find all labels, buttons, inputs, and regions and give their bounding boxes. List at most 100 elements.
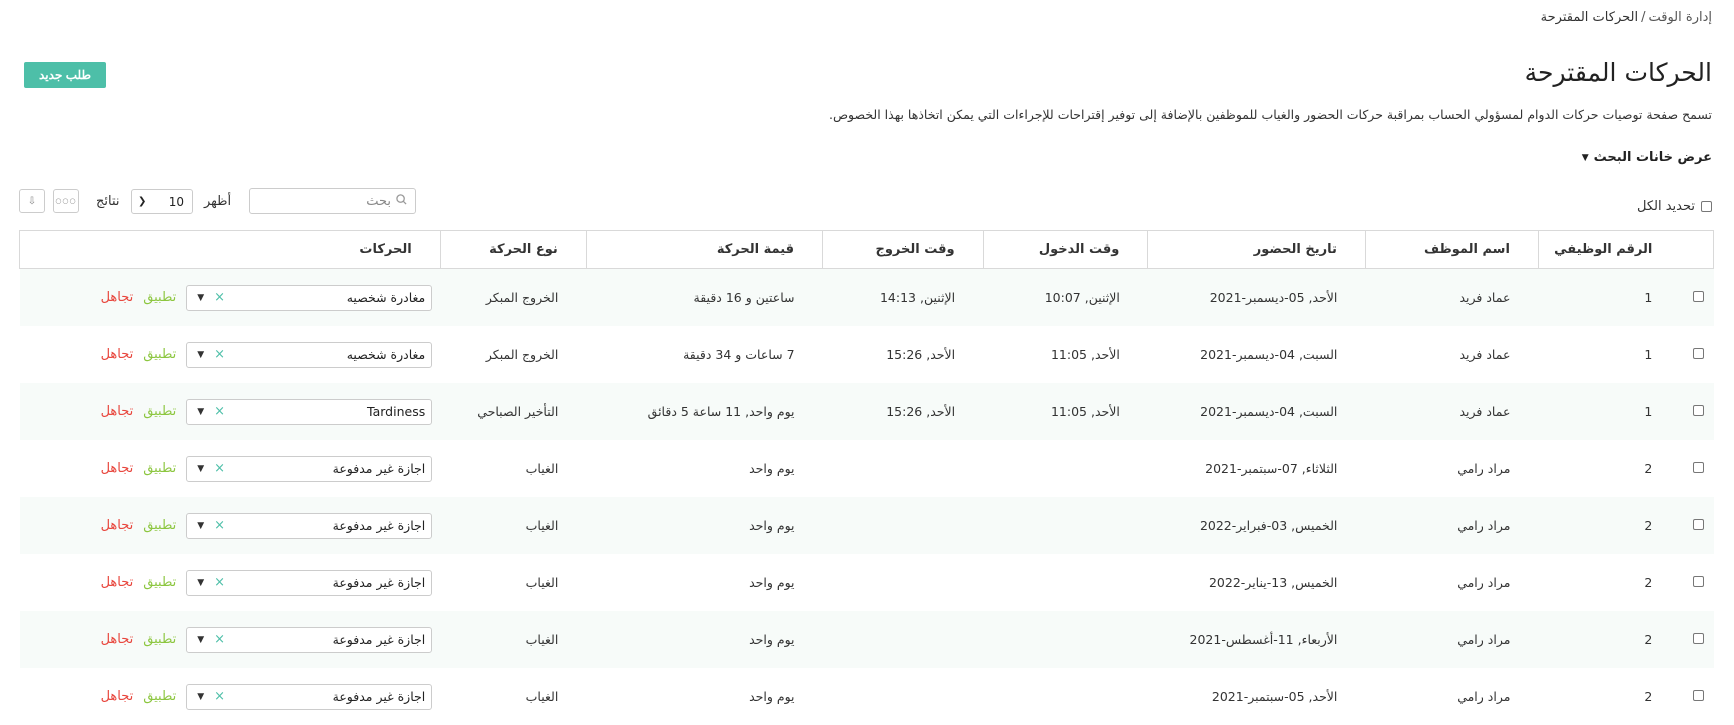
- action-select[interactable]: اجازة غير مدفوعة × ▼: [186, 569, 433, 596]
- column-header-attendance-date[interactable]: تاريخ الحضور: [1147, 230, 1366, 269]
- check-in-time: الإثنين, 10:07: [1044, 290, 1120, 305]
- movement-value-cell: يوم واحد: [586, 440, 823, 497]
- select-all-checkbox[interactable]: [1701, 201, 1712, 212]
- check-out-cell: [822, 440, 984, 497]
- check-in-cell: [983, 611, 1148, 668]
- export-button[interactable]: ⇩: [19, 189, 45, 213]
- ignore-button[interactable]: تجاهل: [101, 290, 134, 305]
- breadcrumb-current: الحركات المقترحة: [1540, 10, 1639, 25]
- action-select[interactable]: مغادرة شخصيه × ▼: [186, 284, 433, 311]
- select-all: تحديد الكل: [1637, 199, 1712, 214]
- row-checkbox[interactable]: [1692, 462, 1704, 473]
- check-out-cell: [822, 668, 984, 725]
- clear-icon[interactable]: ×: [204, 575, 235, 590]
- check-in-cell: [983, 554, 1148, 611]
- employee-id-cell: 1: [1538, 383, 1681, 440]
- new-request-button[interactable]: طلب جديد: [24, 62, 106, 88]
- apply-button[interactable]: تطبيق: [143, 404, 176, 419]
- column-header-movement-value[interactable]: قيمة الحركة: [585, 230, 824, 269]
- clear-icon[interactable]: ×: [204, 689, 235, 704]
- column-header-check-out[interactable]: وقت الخروج: [822, 230, 984, 269]
- more-options-button[interactable]: ○○○: [53, 189, 79, 213]
- caret-down-icon: ▼: [197, 634, 205, 645]
- table-row: 1 عماد فريد السبت, 04-ديسمبر-2021 الأحد, 11…: [19, 383, 1714, 440]
- employee-id-cell: 2: [1538, 497, 1681, 554]
- column-header-employee-name[interactable]: اسم الموظف: [1364, 230, 1539, 269]
- row-checkbox[interactable]: [1692, 291, 1704, 302]
- clear-icon[interactable]: ×: [204, 518, 235, 533]
- check-in-time: الأحد, 11:05: [1050, 404, 1120, 419]
- clear-icon[interactable]: ×: [204, 404, 235, 419]
- breadcrumb-parent[interactable]: إدارة الوقت: [1648, 10, 1712, 25]
- clear-icon[interactable]: ×: [204, 347, 235, 362]
- apply-button[interactable]: تطبيق: [143, 290, 176, 305]
- action-select-value: اجازة غير مدفوعة: [332, 461, 426, 476]
- column-header-check-in[interactable]: وقت الدخول: [982, 230, 1149, 269]
- movement-value: يوم واحد: [749, 575, 795, 590]
- column-header-employee-id[interactable]: الرقم الوظيفي: [1537, 230, 1681, 269]
- employee-id-cell: 2: [1538, 611, 1681, 668]
- action-select[interactable]: Tardiness × ▼: [186, 398, 433, 425]
- attendance-date-cell: الخميس, 03-فبراير-2022: [1147, 497, 1366, 554]
- ignore-button[interactable]: تجاهل: [101, 575, 134, 590]
- check-in-cell: الإثنين, 10:07: [983, 268, 1148, 326]
- employee-id: 1: [1644, 290, 1653, 305]
- employee-name: مراد رامي: [1457, 632, 1511, 647]
- movement-value-cell: يوم واحد: [586, 554, 823, 611]
- ignore-button[interactable]: تجاهل: [101, 461, 134, 476]
- action-select[interactable]: مغادرة شخصيه × ▼: [186, 341, 433, 368]
- attendance-date-cell: الأربعاء, 11-أغسطس-2021: [1147, 611, 1366, 668]
- movement-value: ساعتين و 16 دقيقة: [693, 290, 795, 305]
- row-checkbox[interactable]: [1692, 690, 1704, 701]
- ignore-button[interactable]: تجاهل: [101, 689, 134, 704]
- apply-button[interactable]: تطبيق: [143, 632, 176, 647]
- movement-type-cell: الغياب: [440, 440, 587, 497]
- clear-icon[interactable]: ×: [204, 632, 235, 647]
- movement-type: الغياب: [525, 575, 559, 590]
- employee-name-cell: مراد رامي: [1365, 497, 1539, 554]
- clear-icon[interactable]: ×: [204, 290, 235, 305]
- actions-cell: اجازة غير مدفوعة × ▼ تطبيق تجاهل: [19, 554, 441, 611]
- table-row: 1 عماد فريد الأحد, 05-ديسمبر-2021 الإثنين, …: [19, 268, 1714, 326]
- action-select[interactable]: اجازة غير مدفوعة × ▼: [186, 455, 433, 482]
- movement-value: يوم واحد: [749, 632, 795, 647]
- row-checkbox[interactable]: [1692, 519, 1704, 530]
- employee-name-cell: عماد فريد: [1365, 326, 1539, 383]
- employee-id: 2: [1644, 575, 1653, 590]
- action-select-value: اجازة غير مدفوعة: [332, 575, 426, 590]
- page-description: تسمح صفحة توصيات حركات الدوام لمسؤولي ال…: [828, 107, 1712, 122]
- employee-name-cell: مراد رامي: [1365, 611, 1539, 668]
- clear-icon[interactable]: ×: [204, 461, 235, 476]
- breadcrumb: إدارة الوقت/الحركات المقترحة: [1541, 10, 1712, 25]
- caret-down-icon: ▼: [197, 349, 205, 360]
- movement-value: يوم واحد: [749, 461, 795, 476]
- page-size-select[interactable]: ❯ 10: [131, 189, 193, 214]
- action-select[interactable]: اجازة غير مدفوعة × ▼: [186, 683, 433, 710]
- check-out-cell: الأحد, 15:26: [822, 383, 984, 440]
- movement-value-cell: يوم واحد: [586, 668, 823, 725]
- ignore-button[interactable]: تجاهل: [101, 518, 134, 533]
- apply-button[interactable]: تطبيق: [143, 575, 176, 590]
- movement-type-cell: الغياب: [440, 611, 587, 668]
- table-row: 2 مراد رامي الأربعاء, 11-أغسطس-2021 يوم واح…: [19, 611, 1714, 668]
- apply-button[interactable]: تطبيق: [143, 689, 176, 704]
- show-search-fields-toggle[interactable]: عرض خانات البحث ▼: [1582, 150, 1712, 165]
- search-input[interactable]: بحث: [249, 188, 416, 214]
- apply-button[interactable]: تطبيق: [143, 347, 176, 362]
- action-select[interactable]: اجازة غير مدفوعة × ▼: [186, 626, 433, 653]
- apply-button[interactable]: تطبيق: [143, 518, 176, 533]
- row-checkbox[interactable]: [1692, 576, 1704, 587]
- row-checkbox[interactable]: [1692, 633, 1704, 644]
- action-select[interactable]: اجازة غير مدفوعة × ▼: [186, 512, 433, 539]
- ignore-button[interactable]: تجاهل: [101, 632, 134, 647]
- ignore-button[interactable]: تجاهل: [101, 347, 134, 362]
- row-select-cell: [1680, 668, 1714, 725]
- check-out-cell: [822, 497, 984, 554]
- row-checkbox[interactable]: [1692, 405, 1704, 416]
- column-header-movement-type[interactable]: نوع الحركة: [439, 230, 587, 269]
- row-checkbox[interactable]: [1692, 348, 1704, 359]
- ignore-button[interactable]: تجاهل: [101, 404, 134, 419]
- apply-button[interactable]: تطبيق: [143, 461, 176, 476]
- chevron-down-icon: ❯: [138, 196, 147, 207]
- check-in-cell: الأحد, 11:05: [983, 326, 1148, 383]
